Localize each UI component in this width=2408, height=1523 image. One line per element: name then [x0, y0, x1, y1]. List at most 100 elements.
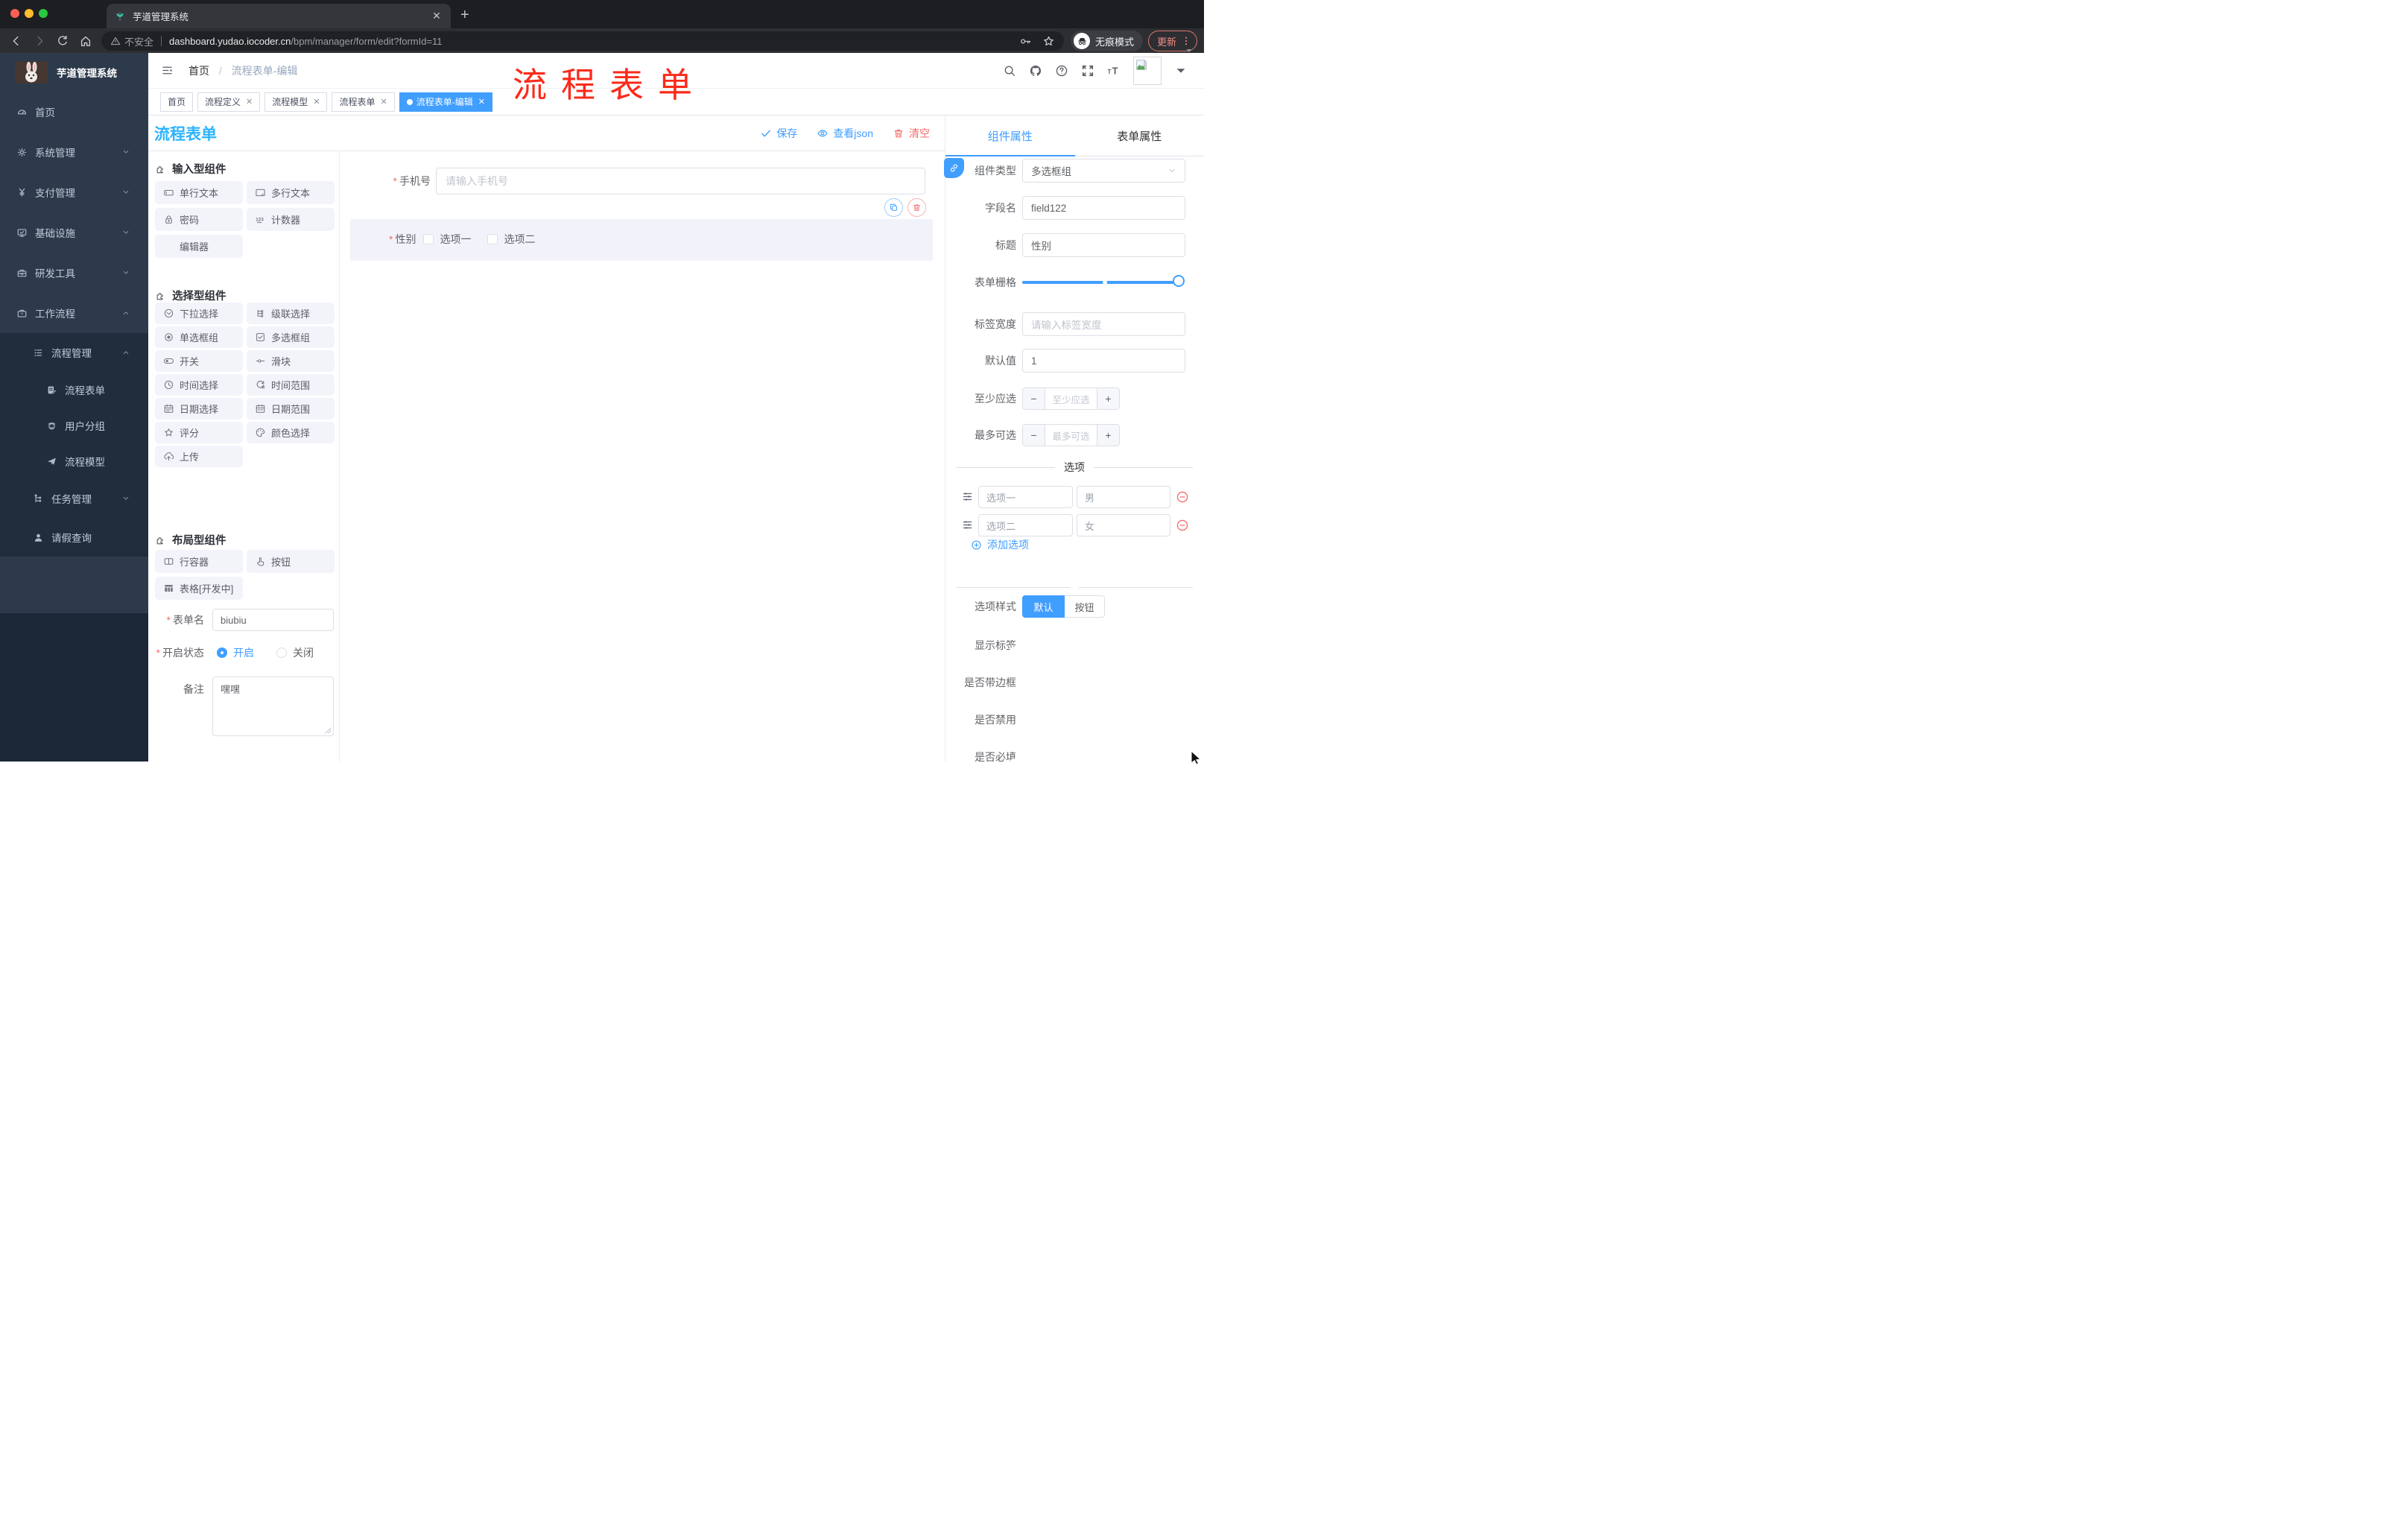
browser-tab[interactable]: 芋道管理系统 ✕ [107, 4, 451, 28]
palette-item-密码[interactable]: 密码 [155, 208, 243, 231]
plus-button[interactable]: + [1097, 425, 1119, 446]
font-size-icon[interactable]: TT [1107, 64, 1121, 77]
sidebar-item-基础设施[interactable]: 基础设施 [0, 212, 148, 253]
forward-icon[interactable] [33, 34, 46, 48]
window-close-button[interactable] [10, 9, 19, 18]
tag-首页[interactable]: 首页 [160, 92, 194, 112]
slider-handle[interactable] [1173, 275, 1185, 287]
github-icon[interactable] [1029, 64, 1042, 77]
field-name-input[interactable]: field122 [1022, 196, 1185, 220]
sidebar-item-任务管理[interactable]: 任务管理 [0, 479, 148, 518]
form-name-input[interactable]: biubiu [212, 609, 334, 631]
min-select-placeholder[interactable]: 至少应选 [1045, 388, 1097, 409]
sidebar-item-流程模型[interactable]: 流程模型 [0, 443, 148, 479]
remove-option-button[interactable] [1176, 519, 1189, 532]
sidebar-item-首页[interactable]: 首页 [0, 92, 148, 132]
palette-item-开关[interactable]: 开关 [155, 350, 243, 372]
minus-button[interactable]: − [1023, 425, 1045, 446]
palette-item-多选框组[interactable]: 多选框组 [247, 326, 335, 348]
style-option-默认[interactable]: 默认 [1022, 595, 1065, 618]
title-input[interactable]: 性别 [1022, 233, 1185, 257]
palette-item-时间范围[interactable]: 时间范围 [247, 374, 335, 396]
option-value-input[interactable]: 女 [1077, 514, 1170, 536]
palette-item-多行文本[interactable]: 多行文本 [247, 181, 335, 204]
sidebar-item-研发工具[interactable]: 研发工具 [0, 253, 148, 293]
tag-close-icon[interactable]: ✕ [478, 97, 485, 107]
palette-item-上传[interactable]: 上传 [155, 446, 243, 467]
slider-track[interactable] [1022, 281, 1180, 284]
max-select-placeholder[interactable]: 最多可选 [1045, 425, 1097, 446]
gender-option2-checkbox[interactable] [487, 234, 498, 244]
panel-tab-组件属性[interactable]: 组件属性 [945, 115, 1075, 156]
back-icon[interactable] [10, 34, 23, 48]
tag-close-icon[interactable]: ✕ [313, 97, 320, 107]
tag-流程表单[interactable]: 流程表单 ✕ [332, 92, 395, 112]
drag-handle-icon[interactable] [961, 519, 974, 531]
breadcrumb-home[interactable]: 首页 [188, 65, 209, 77]
palette-item-计数器[interactable]: 123 计数器 [247, 208, 335, 231]
option-value-input[interactable]: 男 [1077, 486, 1170, 508]
app-logo[interactable]: 芋道管理系统 [0, 53, 148, 92]
palette-item-编辑器[interactable]: 编辑器 [155, 235, 243, 258]
tag-流程表单-编辑[interactable]: 流程表单-编辑 ✕ [399, 92, 492, 112]
bookmark-star-icon[interactable] [1042, 35, 1055, 48]
option-label-input[interactable]: 选项一 [978, 486, 1073, 508]
palette-item-日期范围[interactable]: 日期范围 [247, 398, 335, 419]
browser-menu-icon[interactable] [1181, 36, 1191, 46]
sidebar-item-系统管理[interactable]: 系统管理 [0, 132, 148, 172]
minus-button[interactable]: − [1023, 388, 1045, 409]
form-remark-textarea[interactable]: 嘿嘿 [212, 677, 334, 736]
address-bar[interactable]: 不安全 dashboard.yudao.iocoder.cn/bpm/manag… [101, 31, 1064, 51]
palette-item-单选框组[interactable]: 单选框组 [155, 326, 243, 348]
palette-item-表格[开发中][interactable]: 表格[开发中] [155, 577, 243, 600]
window-minimize-button[interactable] [25, 9, 34, 18]
style-option-按钮[interactable]: 按钮 [1065, 595, 1105, 618]
tag-流程模型[interactable]: 流程模型 ✕ [264, 92, 328, 112]
add-option-button[interactable]: 添加选项 [971, 537, 1029, 552]
grid-slider[interactable] [1022, 270, 1185, 294]
action-查看json-button[interactable]: 查看json [817, 126, 873, 141]
collapse-sidebar-icon[interactable] [161, 64, 174, 77]
palette-item-日期选择[interactable]: 日期选择 [155, 398, 243, 419]
sidebar-item-请假查询[interactable]: 请假查询 [0, 518, 148, 557]
reload-icon[interactable] [56, 34, 69, 48]
sidebar-item-用户分组[interactable]: 用户分组 [0, 408, 148, 443]
tab-close-icon[interactable]: ✕ [430, 10, 443, 22]
palette-item-颜色选择[interactable]: 颜色选择 [247, 422, 335, 443]
search-icon[interactable] [1003, 64, 1016, 77]
phone-input[interactable]: 请输入手机号 [436, 168, 925, 194]
palette-item-滑块[interactable]: 滑块 [247, 350, 335, 372]
sidebar-item-支付管理[interactable]: 支付管理 [0, 172, 148, 212]
delete-field-button[interactable] [907, 198, 926, 217]
canvas-field-phone[interactable]: * 手机号 请输入手机号 [340, 168, 925, 194]
tag-close-icon[interactable]: ✕ [246, 97, 253, 107]
new-tab-button[interactable]: + [460, 6, 469, 24]
palette-item-级联选择[interactable]: 级联选择 [247, 303, 335, 324]
drag-handle-icon[interactable] [961, 490, 974, 503]
tag-流程定义[interactable]: 流程定义 ✕ [197, 92, 261, 112]
tag-close-icon[interactable]: ✕ [381, 97, 387, 107]
copy-field-button[interactable] [884, 198, 903, 217]
canvas-field-gender[interactable]: * 性别 选项一 选项二 [350, 219, 933, 261]
security-status[interactable]: 不安全 [110, 34, 153, 48]
default-value-input[interactable]: 1 [1022, 349, 1185, 373]
help-icon[interactable] [1055, 64, 1068, 77]
status-radio-关闭[interactable] [276, 647, 287, 658]
password-key-icon[interactable] [1019, 35, 1032, 48]
sidebar-item-流程管理[interactable]: 流程管理 [0, 333, 148, 372]
plus-button[interactable]: + [1097, 388, 1119, 409]
gender-option1-checkbox[interactable] [423, 234, 434, 244]
palette-item-评分[interactable]: 评分 [155, 422, 243, 443]
palette-item-单行文本[interactable]: 单行文本 [155, 181, 243, 204]
option-label-input[interactable]: 选项二 [978, 514, 1073, 536]
action-清空-button[interactable]: 清空 [893, 126, 930, 141]
avatar[interactable] [1133, 57, 1162, 85]
avatar-caret-icon[interactable] [1174, 64, 1188, 77]
palette-item-下拉选择[interactable]: 下拉选择 [155, 303, 243, 324]
home-icon[interactable] [79, 34, 92, 48]
panel-tab-表单属性[interactable]: 表单属性 [1075, 115, 1205, 156]
sidebar-item-工作流程[interactable]: 工作流程 [0, 293, 148, 333]
palette-item-按钮[interactable]: 按钮 [247, 550, 335, 573]
palette-item-时间选择[interactable]: 时间选择 [155, 374, 243, 396]
action-保存-button[interactable]: 保存 [760, 126, 797, 141]
